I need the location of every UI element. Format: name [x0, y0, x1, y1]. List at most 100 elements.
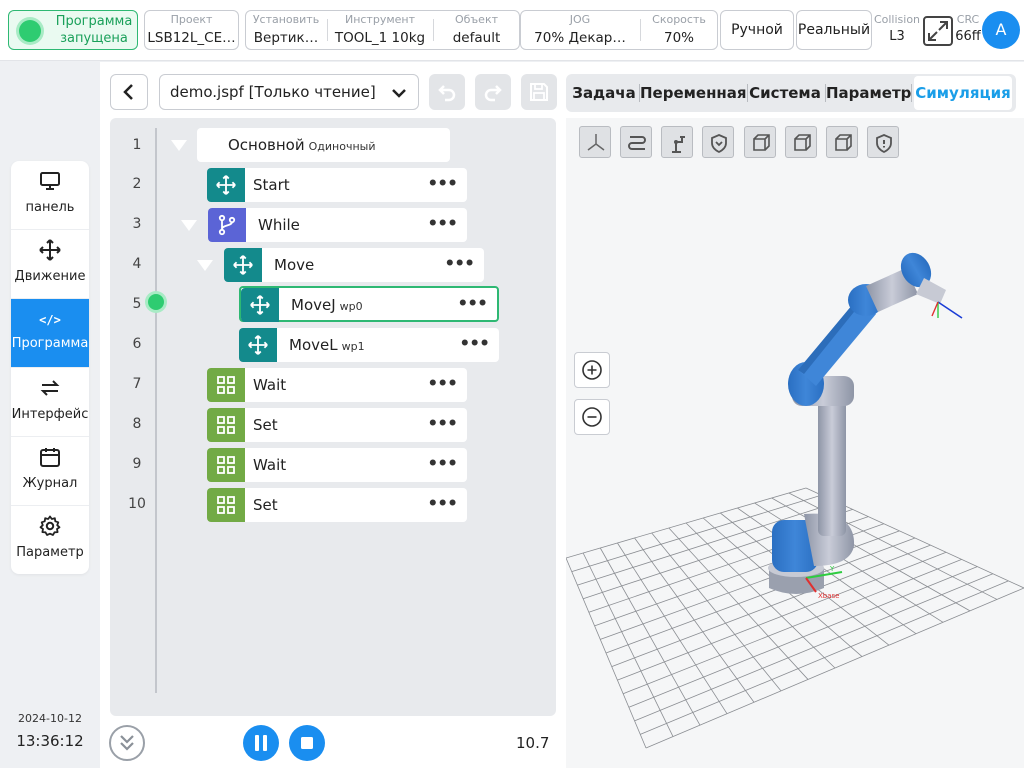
tree-node-move[interactable]: Move •••	[224, 248, 484, 282]
simulation-viewport[interactable]: Y Xbase	[566, 118, 1024, 768]
grid-icon	[217, 416, 235, 434]
tree-node-start[interactable]: Start •••	[207, 168, 467, 202]
current-date: 2024-10-12	[18, 712, 82, 725]
manual-mode-button[interactable]: Ручной	[720, 10, 794, 50]
collapse-toggle[interactable]	[181, 220, 197, 231]
undo-button[interactable]	[429, 74, 465, 110]
install-tool-object-group: Установить Вертик… Инструмент TOOL_1 10k…	[245, 10, 520, 50]
robot-arm: Y Xbase	[768, 252, 963, 600]
fullscreen-button[interactable]	[922, 15, 954, 47]
pause-icon	[255, 735, 267, 751]
object-selector[interactable]: Объект default	[434, 11, 519, 49]
install-value: Вертик…	[253, 30, 319, 46]
tree-node-movej[interactable]: MoveJ wp0 •••	[239, 286, 499, 322]
tab-simulation[interactable]: Симуляция	[914, 76, 1012, 110]
node-type-badge	[239, 328, 277, 362]
grid-icon	[217, 376, 235, 394]
collision-value: L3	[889, 29, 905, 44]
move-arrows-icon	[248, 335, 268, 355]
line-number: 10	[128, 496, 146, 512]
install-label: Установить	[252, 13, 320, 26]
tree-node-wait[interactable]: Wait •••	[207, 368, 467, 402]
node-name: Set	[253, 416, 278, 434]
nav-item-settings[interactable]: Параметр	[11, 506, 89, 574]
node-type-badge	[224, 248, 262, 282]
collapse-all-button[interactable]	[109, 725, 145, 761]
crc-label: CRC	[956, 13, 980, 26]
node-waypoint: wp0	[339, 300, 363, 313]
more-options-icon[interactable]: •••	[444, 248, 475, 280]
save-button[interactable]	[521, 74, 557, 110]
nav-label: панель	[25, 200, 75, 215]
back-button[interactable]	[110, 74, 148, 110]
tree-node-while[interactable]: While •••	[208, 208, 467, 242]
speed-value: 70%	[663, 30, 694, 46]
node-waypoint: wp1	[341, 340, 365, 353]
jog-selector[interactable]: JOG 70% Декар…	[521, 11, 639, 49]
tree-node-set[interactable]: Set •••	[207, 408, 467, 442]
install-selector[interactable]: Установить Вертик…	[246, 11, 326, 49]
expand-icon	[923, 16, 953, 46]
stop-button[interactable]	[289, 725, 325, 761]
tree-node-movel[interactable]: MoveL wp1 •••	[239, 328, 499, 362]
tab-system[interactable]: Система	[748, 76, 822, 110]
more-options-icon[interactable]: •••	[427, 448, 458, 480]
node-type-badge	[207, 368, 245, 402]
project-selector[interactable]: Проект LSB12L_CE…	[144, 10, 239, 50]
collapse-toggle[interactable]	[171, 140, 187, 151]
nav-label: Журнал	[22, 476, 78, 491]
nav-item-panel[interactable]: панель	[11, 161, 89, 230]
line-number: 9	[132, 456, 142, 472]
manual-mode-label: Ручной	[731, 22, 783, 38]
node-name: Wait	[253, 376, 287, 394]
nav-item-program[interactable]: </> Программа	[11, 299, 89, 368]
grid-icon	[217, 456, 235, 474]
node-type-badge	[208, 208, 246, 242]
stop-icon	[301, 737, 313, 749]
calendar-icon	[40, 448, 60, 467]
main-label: Основной	[228, 136, 305, 154]
nav-item-log[interactable]: Журнал	[11, 437, 89, 506]
user-avatar[interactable]: A	[982, 11, 1020, 49]
real-mode-label: Реальный	[797, 22, 871, 38]
top-status-bar: Программа запущена Проект LSB12L_CE… Уст…	[0, 0, 1024, 61]
current-line-indicator	[148, 294, 164, 310]
nav-label: Программа	[11, 336, 89, 351]
more-options-icon[interactable]: •••	[427, 168, 458, 200]
more-options-icon[interactable]: •••	[427, 408, 458, 440]
robot-scene: Y Xbase	[566, 252, 1024, 749]
tool-label: Инструмент	[344, 13, 416, 26]
tab-parameter[interactable]: Параметр	[826, 76, 911, 110]
redo-button[interactable]	[475, 74, 511, 110]
tool-selector[interactable]: Инструмент TOOL_1 10kg	[328, 11, 432, 49]
file-selector[interactable]: demo.jspf [Только чтение]	[159, 74, 419, 110]
tab-task[interactable]: Задача	[570, 76, 638, 110]
tree-node-set[interactable]: Set •••	[207, 488, 467, 522]
pause-button[interactable]	[243, 725, 279, 761]
more-options-icon[interactable]: •••	[457, 288, 488, 320]
more-options-icon[interactable]: •••	[427, 488, 458, 520]
nav-label: Параметр	[16, 545, 84, 560]
node-name: MoveJ	[291, 296, 336, 314]
line-number: 2	[132, 176, 142, 192]
program-status-button[interactable]: Программа запущена	[8, 10, 138, 50]
speed-selector[interactable]: Скорость 70%	[641, 11, 717, 49]
collapse-toggle[interactable]	[197, 260, 213, 271]
crc-indicator: CRC 66ff	[952, 12, 984, 46]
more-options-icon[interactable]: •••	[427, 368, 458, 400]
tab-variable[interactable]: Переменная	[640, 76, 747, 110]
move-arrows-icon	[250, 295, 270, 315]
jog-value: 70% Декар…	[534, 30, 626, 46]
collision-level[interactable]: Collision L3	[870, 12, 924, 46]
tree-node-wait[interactable]: Wait •••	[207, 448, 467, 482]
nav-item-motion[interactable]: Движение	[11, 230, 89, 299]
more-options-icon[interactable]: •••	[459, 328, 490, 360]
real-mode-button[interactable]: Реальный	[796, 10, 872, 50]
node-type-badge	[207, 488, 245, 522]
tool-value: TOOL_1 10kg	[334, 30, 426, 46]
panel-tabs: Задача Переменная Система Параметр Симул…	[566, 74, 1016, 112]
tree-node-main[interactable]: Основной Одиночный	[197, 128, 450, 162]
nav-item-interface[interactable]: Интерфейс	[11, 368, 89, 437]
node-name: Set	[253, 496, 278, 514]
more-options-icon[interactable]: •••	[427, 208, 458, 240]
